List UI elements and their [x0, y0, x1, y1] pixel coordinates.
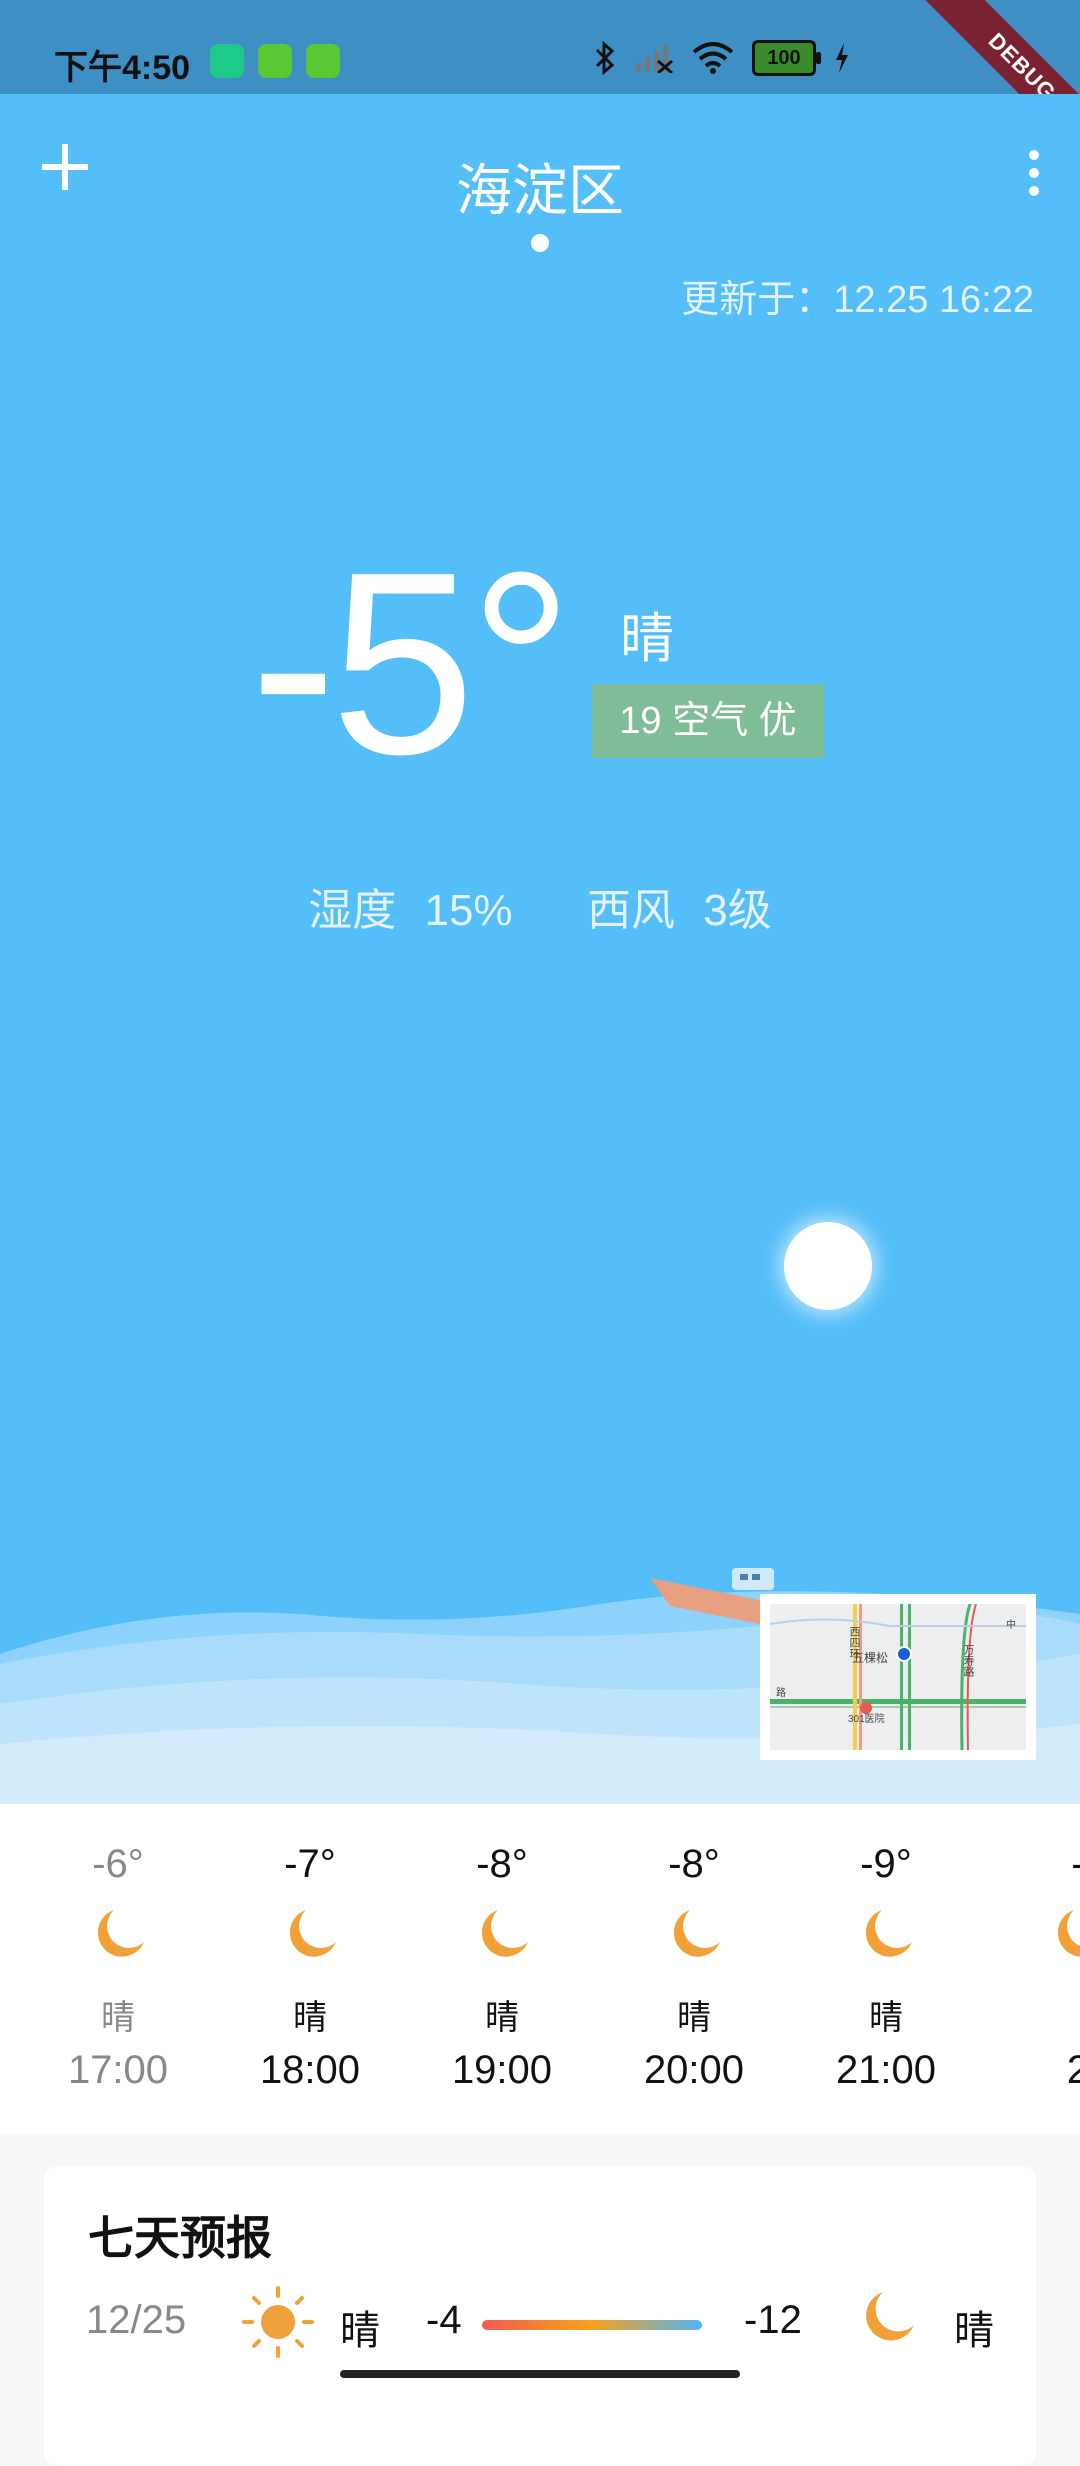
- hourly-temp: -: [982, 1842, 1080, 1887]
- map-label-corner: 中: [1006, 1618, 1016, 1631]
- cat-app-icon: [258, 44, 292, 78]
- map-label-road-bottom: 路: [776, 1686, 786, 1699]
- page-indicator-dot: [531, 234, 549, 252]
- hourly-time: 18:00: [259, 2048, 361, 2092]
- forecast-night-condition: 晴: [954, 2309, 994, 2353]
- bluetooth-icon: [595, 41, 615, 75]
- hourly-time: 20:00: [643, 2048, 745, 2092]
- map-label-place: 五棵松: [852, 1650, 888, 1665]
- forecast-title: 七天预报: [88, 2212, 272, 2264]
- status-time: 下午4:50: [54, 49, 191, 87]
- cellular-off-icon: [636, 45, 673, 73]
- moon-icon: [866, 2292, 914, 2341]
- hourly-time: 17:00: [67, 2048, 169, 2092]
- sun-icon: [242, 2286, 314, 2358]
- current-condition: 晴: [620, 609, 674, 669]
- system-icons: 100: [594, 40, 850, 76]
- moon-icon: [481, 1910, 528, 1957]
- humidity-label: 湿度: [308, 886, 397, 935]
- update-time: 更新于：12.25 16:22: [681, 279, 1034, 321]
- city-title: 海淀区: [456, 159, 624, 222]
- forecast-day-condition: 晴: [340, 2309, 380, 2353]
- map-image: 西四环 五棵松 万寿路 301医院 路 中: [769, 1603, 1026, 1751]
- moon-icon: [97, 1910, 144, 1957]
- map-label-east-road: 万寿路: [962, 1644, 975, 1678]
- hourly-temp: -9°: [860, 1842, 912, 1886]
- forecast-date: 12/25: [86, 2298, 187, 2342]
- moon-icon: [673, 1910, 720, 1957]
- moon-icon: [865, 1910, 912, 1957]
- humidity-value: 15%: [424, 886, 513, 935]
- hourly-temp: -6°: [92, 1842, 144, 1886]
- status-bar: 下午4:50 100 DEBUG: [0, 0, 1080, 174]
- hourly-condition: 晴: [293, 1999, 327, 2037]
- forecast-row[interactable]: 12/25 晴 -4 -12 晴: [44, 2284, 1036, 2364]
- wind-level: 3级: [703, 886, 772, 935]
- current-temperature: -5°: [250, 519, 573, 809]
- wind-direction: 西风: [587, 886, 676, 935]
- battery-level: 100: [767, 47, 801, 69]
- location-map-thumbnail[interactable]: 西四环 五棵松 万寿路 301医院 路 中: [760, 1594, 1036, 1760]
- hourly-time: 19:00: [451, 2048, 553, 2092]
- moon-icon: [1057, 1910, 1080, 1957]
- forecast-low: -12: [744, 2298, 802, 2342]
- sun-decoration: [784, 1222, 872, 1310]
- aqi-badge[interactable]: 19 空气 优: [592, 684, 824, 758]
- gesture-nav-bar[interactable]: [340, 2370, 740, 2378]
- hourly-condition: 晴: [101, 1999, 135, 2037]
- cat-app-icon: [306, 44, 340, 78]
- hourly-condition: 晴: [869, 1999, 903, 2037]
- hourly-time: 2: [1066, 2048, 1080, 2092]
- notification-icons: [210, 44, 340, 78]
- weather-details: 湿度 15% 西风 3级: [0, 874, 1080, 938]
- moon-icon: [289, 1910, 336, 1957]
- hourly-temp: -7°: [284, 1842, 336, 1886]
- battery-icon: 100: [752, 40, 821, 76]
- shield-app-icon: [210, 44, 244, 78]
- hourly-temp: -8°: [668, 1842, 720, 1886]
- more-menu-button[interactable]: [1024, 150, 1044, 200]
- hourly-forecast[interactable]: -6° 晴 17:00 -7° 晴 18:00 -8° 晴 19:00 -8° …: [0, 1804, 1080, 2134]
- hourly-temp: -8°: [476, 1842, 528, 1886]
- wifi-icon: [692, 42, 734, 74]
- temperature-range-bar: [482, 2320, 702, 2330]
- forecast-high: -4: [426, 2298, 462, 2342]
- seven-day-forecast-card: 七天预报 12/25 晴 -4 -12 晴: [44, 2166, 1036, 2466]
- charging-icon: [836, 43, 848, 73]
- hourly-time: 21:00: [835, 2048, 937, 2092]
- weather-hero: 海淀区 更新于：12.25 16:22 -5° 晴 19 空气 优 湿度 15%…: [0, 94, 1080, 1804]
- hourly-condition: 晴: [485, 1999, 519, 2037]
- hourly-condition: 晴: [677, 1999, 711, 2037]
- map-label-hospital: 301医院: [848, 1712, 885, 1725]
